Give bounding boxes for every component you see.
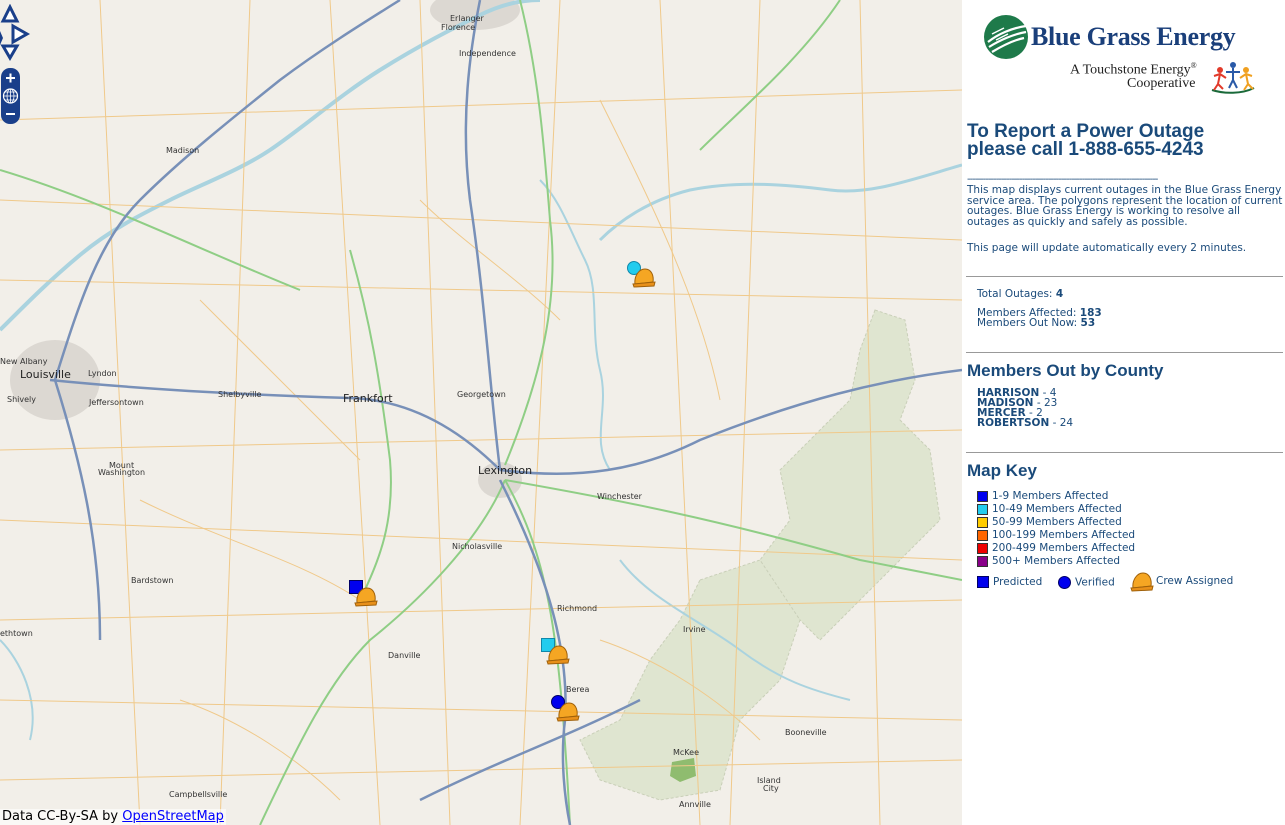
key-row: 1-9 Members Affected bbox=[977, 490, 1108, 502]
place-label: Bardstown bbox=[131, 576, 174, 585]
update-note: This page will update automatically ever… bbox=[967, 242, 1247, 254]
place-label: Lyndon bbox=[88, 369, 117, 378]
verified-circle-icon bbox=[1058, 576, 1071, 589]
report-outage-phone: please call 1-888-655-4243 bbox=[967, 139, 1204, 160]
key-label: 200-499 Members Affected bbox=[992, 542, 1136, 554]
key-row: 10-49 Members Affected bbox=[977, 503, 1122, 515]
place-label: Madison bbox=[166, 146, 200, 155]
logo-title: Blue Grass Energy bbox=[1031, 22, 1236, 51]
total-outages: Total Outages: 4 bbox=[977, 288, 1064, 300]
county-value: - 24 bbox=[1049, 417, 1074, 429]
zoom-out-icon[interactable] bbox=[2, 106, 19, 122]
map-base-layer bbox=[0, 0, 962, 825]
place-label: Lexington bbox=[478, 464, 533, 477]
place-label: Shively bbox=[7, 395, 36, 404]
report-outage-heading: To Report a Power Outage please call 1-8… bbox=[967, 122, 1277, 160]
pan-right-icon[interactable] bbox=[11, 23, 31, 45]
members-out-now-label: Members Out Now: bbox=[977, 317, 1081, 329]
map-canvas[interactable]: Erlanger Florence Independence Madison N… bbox=[0, 0, 962, 825]
zoom-in-icon[interactable] bbox=[2, 70, 19, 86]
county-row: ROBERTSON - 24 bbox=[977, 417, 1074, 429]
place-label: Campbellsville bbox=[169, 790, 228, 799]
crew-assigned-icon[interactable] bbox=[632, 266, 656, 288]
world-zoom-icon[interactable] bbox=[2, 88, 19, 104]
key-swatch bbox=[977, 516, 988, 528]
place-label: Nicholasville bbox=[452, 542, 503, 551]
key-label: 10-49 Members Affected bbox=[992, 503, 1122, 515]
legend-crew: Crew Assigned bbox=[1130, 570, 1233, 592]
place-label: Georgetown bbox=[457, 390, 506, 399]
legend-crew-label: Crew Assigned bbox=[1156, 575, 1234, 587]
key-swatch bbox=[977, 542, 988, 554]
place-label: Louisville bbox=[20, 368, 71, 381]
place-label: Erlanger bbox=[450, 14, 484, 23]
place-label: McKee bbox=[673, 748, 699, 757]
map-key-title: Map Key bbox=[967, 461, 1037, 480]
place-label: Berea bbox=[566, 685, 590, 694]
place-label: City bbox=[763, 784, 779, 793]
place-label: Richmond bbox=[557, 604, 598, 613]
members-out-now-value: 53 bbox=[1080, 317, 1096, 329]
pan-down-icon[interactable] bbox=[0, 44, 20, 61]
key-row: 200-499 Members Affected bbox=[977, 542, 1135, 554]
county-name: ROBERTSON bbox=[977, 417, 1050, 429]
legend-verified: Verified bbox=[1058, 576, 1115, 589]
key-label: 1-9 Members Affected bbox=[992, 490, 1109, 502]
pan-left-icon[interactable] bbox=[0, 31, 3, 45]
place-label: Booneville bbox=[785, 728, 827, 737]
pan-up-icon[interactable] bbox=[0, 4, 20, 23]
county-section-title: Members Out by County bbox=[967, 361, 1164, 380]
legend-predicted-label: Predicted bbox=[993, 576, 1043, 588]
place-label: Irvine bbox=[683, 625, 706, 634]
predicted-square-icon bbox=[977, 576, 989, 588]
place-label: Winchester bbox=[597, 492, 642, 501]
place-label: Washington bbox=[98, 468, 146, 477]
place-label: Frankfort bbox=[343, 392, 393, 405]
key-row: 50-99 Members Affected bbox=[977, 516, 1122, 528]
place-label: Jeffersontown bbox=[89, 398, 144, 407]
map-attribution: Data CC-By-SA by OpenStreetMap bbox=[0, 809, 226, 825]
blue-grass-energy-logo-icon bbox=[984, 15, 1028, 59]
divider bbox=[966, 276, 1283, 277]
crew-assigned-icon[interactable] bbox=[556, 700, 580, 722]
crew-assigned-icon[interactable] bbox=[354, 585, 378, 607]
place-label: Florence bbox=[441, 23, 476, 32]
place-label: Danville bbox=[388, 651, 421, 660]
legend-verified-label: Verified bbox=[1075, 576, 1115, 589]
key-row: 100-199 Members Affected bbox=[977, 529, 1135, 541]
place-label: Independence bbox=[459, 49, 516, 58]
key-row: 500+ Members Affected bbox=[977, 555, 1120, 567]
key-label: 100-199 Members Affected bbox=[992, 529, 1136, 541]
map-navigation bbox=[0, 4, 31, 124]
map-description: This map displays current outages in the… bbox=[967, 184, 1283, 228]
crew-helmet-icon bbox=[1130, 572, 1154, 592]
key-label: 50-99 Members Affected bbox=[992, 516, 1122, 528]
key-swatch bbox=[977, 555, 988, 567]
total-outages-label: Total Outages: bbox=[977, 288, 1056, 300]
logo-subtitle-2: Cooperative bbox=[1127, 76, 1196, 91]
place-label: Annville bbox=[679, 800, 711, 809]
place-label: New Albany bbox=[0, 357, 48, 366]
registered-mark: ® bbox=[1190, 61, 1197, 70]
key-swatch bbox=[977, 529, 988, 541]
openstreetmap-link[interactable]: OpenStreetMap bbox=[122, 809, 224, 824]
members-out-now: Members Out Now: 53 bbox=[977, 317, 1096, 329]
total-outages-value: 4 bbox=[1055, 288, 1064, 300]
key-swatch bbox=[977, 490, 988, 502]
legend-predicted: Predicted bbox=[977, 576, 1042, 588]
attribution-text: Data CC-By-SA by bbox=[2, 809, 123, 824]
divider bbox=[966, 452, 1283, 453]
place-label: Shelbyville bbox=[218, 390, 262, 399]
key-swatch bbox=[977, 503, 988, 515]
touchstone-energy-people-icon bbox=[1211, 62, 1255, 94]
divider bbox=[966, 352, 1283, 353]
place-label: ethtown bbox=[0, 629, 33, 638]
crew-assigned-icon[interactable] bbox=[546, 643, 570, 665]
key-label: 500+ Members Affected bbox=[992, 555, 1121, 567]
